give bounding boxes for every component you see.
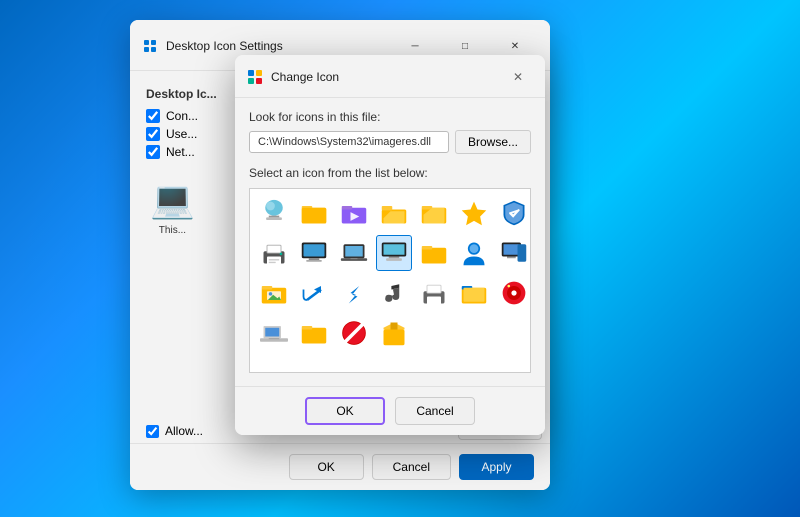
- dialog-titlebar-left: Change Icon: [247, 69, 339, 85]
- file-input-row: Browse...: [249, 130, 531, 154]
- icon-cell-13[interactable]: [496, 235, 531, 271]
- icon-cell-21[interactable]: [256, 315, 292, 351]
- icon-cell-18[interactable]: [416, 275, 452, 311]
- this-pc-icon-area: 💻 This...: [150, 179, 195, 236]
- titlebar-left: Desktop Icon Settings: [142, 38, 283, 54]
- computer-checkbox[interactable]: [146, 109, 160, 123]
- desktop-settings-apply-button[interactable]: Apply: [459, 454, 534, 480]
- desktop-settings-bottom-buttons: OK Cancel Apply: [130, 443, 550, 490]
- icon-cell-23[interactable]: [336, 315, 372, 351]
- icon-cell-4[interactable]: [416, 195, 452, 231]
- this-pc-label: This...: [159, 225, 186, 236]
- icon-cell-16[interactable]: [336, 275, 372, 311]
- dialog-body: Look for icons in this file: Browse... S…: [235, 98, 545, 385]
- desktop-settings-title: Desktop Icon Settings: [166, 39, 283, 53]
- allow-checkbox[interactable]: [146, 425, 159, 438]
- change-icon-dialog: Change Icon ✕ Look for icons in this fil…: [235, 55, 545, 435]
- icon-cell-22[interactable]: [296, 315, 332, 351]
- change-icon-titlebar: Change Icon ✕: [235, 55, 545, 98]
- icon-cell-19[interactable]: [456, 275, 492, 311]
- allow-checkbox-area: Allow...: [146, 424, 203, 438]
- icon-cell-17[interactable]: [376, 275, 412, 311]
- icon-grid-container[interactable]: [249, 188, 531, 373]
- look-for-label: Look for icons in this file:: [249, 110, 531, 124]
- icon-cell-3[interactable]: [376, 195, 412, 231]
- desktop-settings-ok-button[interactable]: OK: [289, 454, 364, 480]
- icon-cell-12[interactable]: [456, 235, 492, 271]
- user-checkbox-label: Use...: [166, 127, 197, 141]
- file-path-input[interactable]: [249, 131, 449, 153]
- network-checkbox[interactable]: [146, 145, 160, 159]
- change-icon-ok-button[interactable]: OK: [305, 397, 385, 425]
- icon-cell-20[interactable]: [496, 275, 531, 311]
- network-checkbox-label: Net...: [166, 145, 195, 159]
- icon-grid: [256, 195, 524, 351]
- allow-label: Allow...: [165, 424, 203, 438]
- change-icon-close-button[interactable]: ✕: [503, 65, 533, 89]
- icon-cell-7[interactable]: [256, 235, 292, 271]
- settings-icon: [142, 38, 158, 54]
- change-icon-title-icon: [247, 69, 263, 85]
- icon-cell-11[interactable]: [416, 235, 452, 271]
- this-pc-icon: 💻: [150, 179, 195, 221]
- desktop-settings-cancel-button[interactable]: Cancel: [372, 454, 451, 480]
- change-icon-cancel-button[interactable]: Cancel: [395, 397, 475, 425]
- computer-checkbox-label: Con...: [166, 109, 198, 123]
- select-icon-label: Select an icon from the list below:: [249, 166, 531, 180]
- change-icon-dialog-title: Change Icon: [271, 70, 339, 84]
- icon-cell-5[interactable]: [456, 195, 492, 231]
- icon-cell-15[interactable]: [296, 275, 332, 311]
- icon-cell-0[interactable]: [256, 195, 292, 231]
- user-checkbox[interactable]: [146, 127, 160, 141]
- change-icon-dialog-footer: OK Cancel: [235, 386, 545, 435]
- icon-cell-1[interactable]: [296, 195, 332, 231]
- icon-cell-8[interactable]: [296, 235, 332, 271]
- icon-cell-9[interactable]: [336, 235, 372, 271]
- icon-cell-10[interactable]: [376, 235, 412, 271]
- icon-cell-2[interactable]: [336, 195, 372, 231]
- browse-button[interactable]: Browse...: [455, 130, 531, 154]
- icon-cell-14[interactable]: [256, 275, 292, 311]
- icon-cell-24[interactable]: [376, 315, 412, 351]
- icon-cell-6[interactable]: [496, 195, 531, 231]
